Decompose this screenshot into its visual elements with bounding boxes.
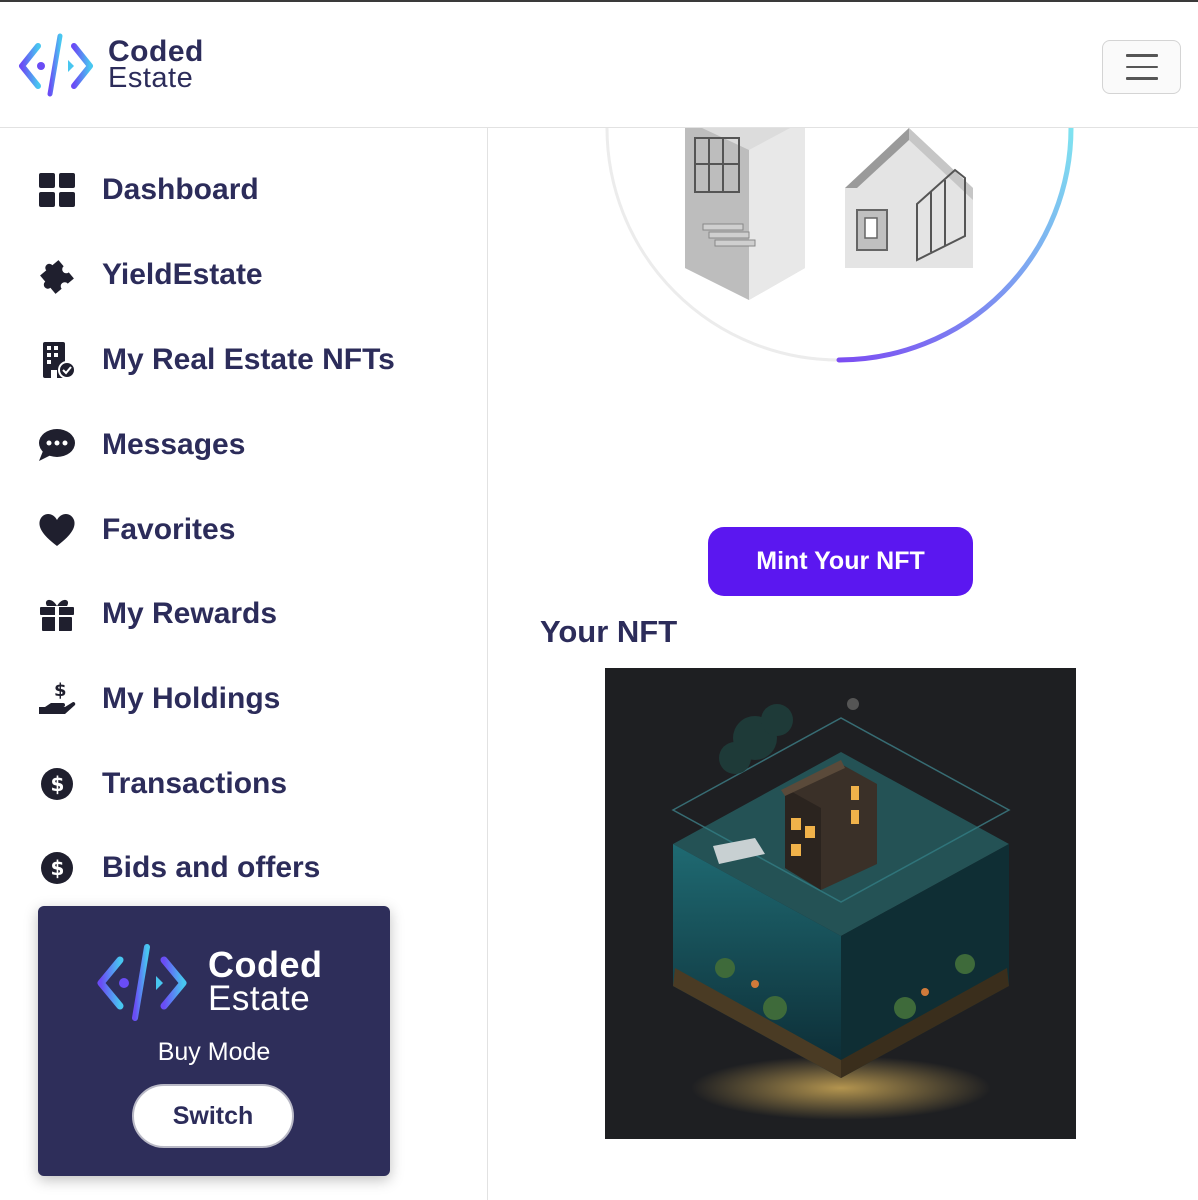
sidebar-item-dashboard[interactable]: Dashboard <box>36 168 259 212</box>
sidebar-item-messages[interactable]: Messages <box>36 423 245 467</box>
hamburger-icon-bar <box>1125 77 1158 80</box>
coded-estate-logo-icon <box>19 33 93 97</box>
puzzle-piece-icon <box>36 254 78 296</box>
brand-name-line1: Coded <box>108 35 204 68</box>
menu-toggle-button[interactable] <box>1102 40 1181 94</box>
coded-estate-logo-icon <box>97 944 187 1021</box>
sidebar-item-label: Dashboard <box>102 173 259 206</box>
sidebar-item-label: Favorites <box>102 513 236 546</box>
nft-artwork-image <box>605 668 1076 1139</box>
dollar-circle-icon: $ <box>36 847 78 889</box>
top-header: Coded Estate <box>0 2 1198 128</box>
hand-holding-dollar-icon: $ <box>36 678 78 720</box>
sidebar: Dashboard YieldEstate My Real Estate NFT… <box>0 128 488 1200</box>
building-check-icon <box>36 339 78 381</box>
main-content: Mint Your NFT Your NFT <box>489 128 1198 1200</box>
mode-label: Buy Mode <box>157 1038 271 1066</box>
mode-switch-card: Coded Estate Buy Mode Switch <box>38 906 390 1176</box>
sidebar-item-transactions[interactable]: $ Transactions <box>36 762 287 806</box>
sidebar-item-yieldestate[interactable]: YieldEstate <box>36 253 263 297</box>
brand-logo[interactable]: Coded Estate <box>16 32 204 98</box>
sidebar-item-label: Messages <box>102 428 246 461</box>
mode-card-logo: Coded Estate <box>94 942 323 1022</box>
sidebar-item-label: YieldEstate <box>102 258 263 291</box>
dollar-circle-icon: $ <box>36 763 78 805</box>
sidebar-item-label: My Rewards <box>102 597 278 630</box>
dashboard-grid-icon <box>36 169 78 211</box>
brand-name: Coded Estate <box>108 35 204 94</box>
heart-icon <box>36 509 78 551</box>
house-progress-illustration <box>599 128 1079 368</box>
your-nft-heading: Your NFT <box>540 614 678 649</box>
sidebar-item-label: My Real Estate NFTs <box>102 343 395 376</box>
svg-text:$: $ <box>51 856 65 880</box>
gift-icon <box>36 593 78 635</box>
brand-name-line2: Estate <box>108 62 194 94</box>
sidebar-item-my-real-estate-nfts[interactable]: My Real Estate NFTs <box>36 338 395 382</box>
mode-card-brand-name: Coded Estate <box>208 944 323 1018</box>
sidebar-item-favorites[interactable]: Favorites <box>36 508 235 552</box>
sidebar-item-label: My Holdings <box>102 682 281 715</box>
sidebar-item-bids-and-offers[interactable]: $ Bids and offers <box>36 846 320 890</box>
sidebar-item-label: Bids and offers <box>102 851 321 884</box>
sidebar-item-label: Transactions <box>102 767 288 800</box>
svg-text:$: $ <box>51 772 65 796</box>
mode-card-brand-line2: Estate <box>208 979 311 1018</box>
switch-mode-button[interactable]: Switch <box>132 1084 294 1148</box>
sidebar-item-my-holdings[interactable]: $ My Holdings <box>36 677 280 721</box>
hamburger-icon-bar <box>1125 65 1158 69</box>
mint-your-nft-button[interactable]: Mint Your NFT <box>708 527 973 596</box>
mode-card-brand-line1: Coded <box>208 944 323 985</box>
chat-bubble-icon <box>36 424 78 466</box>
svg-text:$: $ <box>54 680 67 701</box>
hamburger-icon <box>1125 54 1158 57</box>
sidebar-item-my-rewards[interactable]: My Rewards <box>36 592 277 636</box>
